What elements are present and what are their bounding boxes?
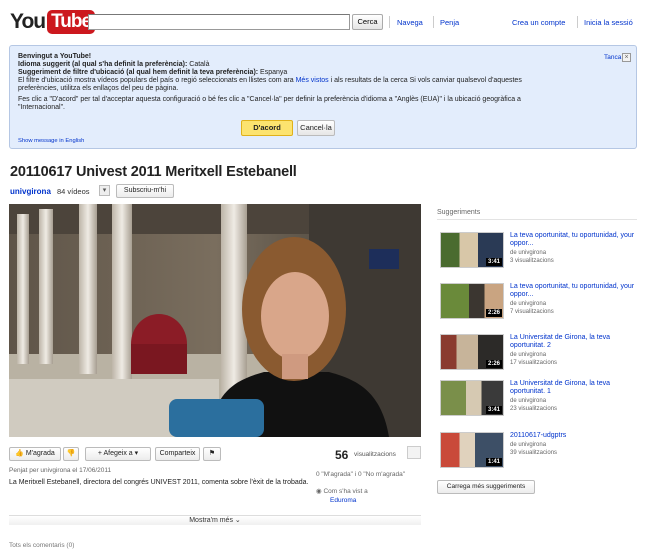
accept-button[interactable]: D'acord [241,120,293,136]
channel-link[interactable]: univgirona [10,187,51,196]
suggestion-item[interactable]: 3:41 La Universitat de Girona, la teva o… [440,380,640,424]
notice-location-label: Suggeriment de filtre d'ubicació (al qua… [18,69,259,76]
video-frame [9,204,421,437]
suggestion-thumbnail[interactable]: 1:41 [440,432,504,468]
likes-summary: 0 "M'agrada" i 0 "No m'agrada" [316,471,406,478]
nav-browse-link[interactable]: Navega [397,18,423,27]
share-button[interactable]: Comparteix [155,447,200,461]
notice-location-value: Espanya [258,69,288,76]
thumbs-down-icon: 👎 [66,450,76,457]
logo-you-text: You [10,10,46,33]
flag-icon: ⚑ [208,450,216,457]
suggestion-item[interactable]: 1:41 20110617-udgptrs de univgirona 39 v… [440,432,640,476]
duration-badge: 2:26 [485,309,502,317]
view-count: 56 [335,448,349,462]
add-to-button[interactable]: + Afegeix a ▾ [85,447,151,461]
notice-instructions: Fes clic a "D'acord" per tal d'acceptar … [18,96,521,103]
subscribe-button[interactable]: Subscriu-m'hi [116,184,174,198]
chevron-down-icon: ⌄ [234,517,241,524]
divider [437,219,637,220]
seen-at-text: Com s'ha vist a [323,488,368,495]
cancel-button[interactable]: Cancel·la [297,120,335,136]
like-label: M'agrada [25,450,55,457]
eye-icon: ◉ [316,488,322,495]
show-english-link[interactable]: Show message in English [18,138,84,144]
chevron-down-icon: ▾ [134,450,139,457]
create-account-link[interactable]: Crea un compte [512,18,565,27]
duration-badge: 1:41 [485,458,502,466]
duration-badge: 2:26 [485,360,502,368]
suggestion-author: de univgirona [510,352,547,358]
close-icon[interactable]: × [622,53,631,62]
notice-location-line: Suggeriment de filtre d'ubicació (al qua… [18,69,287,76]
notice-filter-text: El filtre d'ubicació mostra vídeos popul… [18,77,522,84]
flag-button[interactable]: ⚑ [203,447,221,461]
youtube-logo[interactable]: You Tube [10,10,96,34]
uploader-info: Penjat per univgirona el 17/06/2011 [9,467,112,474]
header-separator [389,16,390,28]
sign-in-link[interactable]: Inicia la sessió [584,18,633,27]
load-more-suggestions-button[interactable]: Carrega més suggeriments [437,480,535,494]
suggestion-item[interactable]: 2:26 La teva oportunitat, tu oportunidad… [440,283,640,327]
show-more-label: Mostra'm més [189,517,233,524]
video-player[interactable] [9,204,421,437]
suggestion-title[interactable]: 20110617-udgptrs [510,432,636,440]
notice-language-line: Idioma suggerit (al qual s'ha definit la… [18,61,210,68]
video-count: 84 vídeos [57,187,90,196]
suggestion-item[interactable]: 2:26 La Universitat de Girona, la teva o… [440,334,640,378]
suggestion-views: 39 visualitzacions [510,450,558,456]
suggestions-heading: Suggeriments [437,209,481,216]
suggestion-title[interactable]: La Universitat de Girona, la teva oportu… [510,380,636,396]
comments-heading: Tots els comentaris (0) [9,542,75,549]
suggestion-views: 3 visualitzacions [510,258,554,264]
video-description: La Meritxell Estebanell, directora del c… [9,479,309,486]
view-count-label: visualitzacions [354,451,396,458]
show-more-button[interactable]: Mostra'm més ⌄ [9,515,421,525]
suggestion-author: de univgirona [510,250,547,256]
dislike-button[interactable]: 👎 [63,447,79,461]
nav-upload-link[interactable]: Penja [440,18,459,27]
dropdown-icon[interactable]: ▾ [99,185,110,196]
suggestion-title[interactable]: La Universitat de Girona, la teva oportu… [510,334,636,350]
most-viewed-link[interactable]: Més vistos [296,77,329,84]
suggestion-author: de univgirona [510,442,547,448]
suggestion-author: de univgirona [510,398,547,404]
page-header: You Tube Cerca Navega Penja Crea un comp… [0,0,659,42]
suggestion-author: de univgirona [510,301,547,307]
header-separator [577,16,578,28]
thumbs-up-icon: 👍 [15,450,24,457]
search-input[interactable] [88,14,350,30]
suggestion-thumbnail[interactable]: 2:26 [440,334,504,370]
notice-filter-text-b: i als resultats de la cerca Si vols canv… [328,77,522,84]
like-button[interactable]: 👍 M'agrada [9,447,61,461]
suggestion-views: 17 visualitzacions [510,360,558,366]
duration-badge: 3:41 [485,406,502,414]
suggestion-thumbnail[interactable]: 3:41 [440,380,504,416]
notice-welcome: Benvingut a YouTube! [18,53,92,60]
notice-language-label: Idioma suggerit (al qual s'ha definit la… [18,61,188,68]
plus-icon: + [97,450,102,457]
suggestion-item[interactable]: 3:41 La teva oportunitat, tu oportunidad… [440,232,640,276]
locale-notice: Benvingut a YouTube! Idioma suggerit (al… [9,45,637,149]
header-separator [433,16,434,28]
suggestion-views: 23 visualitzacions [510,406,558,412]
notice-language-value: Català [187,61,210,68]
notice-close-link[interactable]: Tanca [604,54,621,61]
suggestion-views: 7 visualitzacions [510,309,554,315]
stats-icon[interactable] [407,446,421,459]
seen-source-link[interactable]: Eduroma [330,497,356,504]
add-to-label: Afegeix a [103,450,133,457]
duration-badge: 3:41 [485,258,502,266]
notice-filter-text-a: El filtre d'ubicació mostra vídeos popul… [18,77,296,84]
notice-instructions-end: "Internacional". [18,104,65,111]
search-button[interactable]: Cerca [352,14,383,30]
suggestion-title[interactable]: La teva oportunitat, tu oportunidad, you… [510,232,636,248]
suggestion-thumbnail[interactable]: 2:26 [440,283,504,319]
suggestion-thumbnail[interactable]: 3:41 [440,232,504,268]
suggestion-title[interactable]: La teva oportunitat, tu oportunidad, you… [510,283,636,299]
video-title: 20110617 Univest 2011 Meritxell Estebane… [10,164,297,180]
notice-footer-text: preferències, utilitza els enllaços del … [18,85,179,92]
seen-at-label: ◉ Com s'ha vist a [316,487,368,495]
